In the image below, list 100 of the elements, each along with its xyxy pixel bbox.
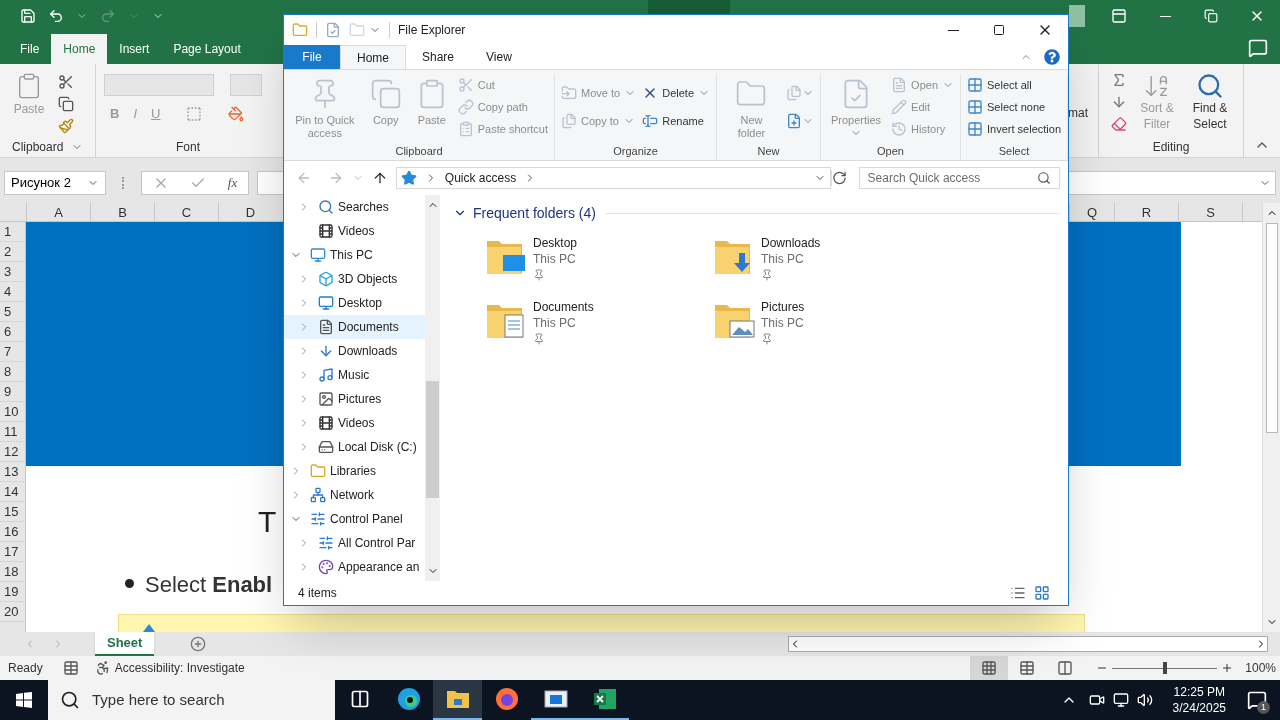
- nav-item[interactable]: This PC: [284, 243, 425, 267]
- row-header[interactable]: 20: [0, 602, 25, 622]
- save-icon[interactable]: [20, 8, 36, 24]
- row-header[interactable]: 13: [0, 462, 25, 482]
- search-field[interactable]: Search Quick access: [858, 167, 1060, 189]
- properties-icon[interactable]: [325, 22, 341, 38]
- task-view-icon[interactable]: [349, 689, 370, 709]
- ribbon-tab[interactable]: Home: [340, 45, 406, 69]
- folder-tile[interactable]: Documents This PC: [485, 299, 713, 349]
- column-header[interactable]: D: [218, 203, 282, 221]
- large-icons-view-icon[interactable]: [1034, 585, 1050, 601]
- row-header[interactable]: 11: [0, 422, 25, 442]
- nav-item[interactable]: Videos: [284, 411, 425, 435]
- notifications-icon[interactable]: [1247, 690, 1267, 710]
- ribbon-tab[interactable]: Home: [51, 34, 108, 64]
- window-app-icon[interactable]: [543, 687, 568, 711]
- row-header[interactable]: 1: [0, 222, 25, 242]
- nav-item[interactable]: 3D Objects: [284, 267, 425, 291]
- nav-item[interactable]: Desktop: [284, 291, 425, 315]
- nav-item[interactable]: Searches: [284, 195, 425, 219]
- accessibility-icon[interactable]: [94, 660, 111, 676]
- nav-item[interactable]: Pictures: [284, 387, 425, 411]
- network-icon[interactable]: [1112, 692, 1129, 708]
- nav-item[interactable]: Local Disk (C:): [284, 435, 425, 459]
- row-header[interactable]: 5: [0, 302, 25, 322]
- sheet-tab[interactable]: Sheet: [95, 632, 155, 656]
- spreadsheet-app-icon[interactable]: [592, 687, 617, 711]
- ribbon-tab[interactable]: View: [470, 45, 528, 69]
- fill-icon[interactable]: [1111, 94, 1127, 110]
- command-button[interactable]: Invert selection: [967, 118, 1061, 140]
- zoom-level[interactable]: 100%: [1245, 659, 1276, 677]
- browser-icon[interactable]: [396, 687, 421, 711]
- nav-item[interactable]: Network: [284, 483, 425, 507]
- row-header[interactable]: 4: [0, 282, 25, 302]
- accessibility-status[interactable]: Accessibility: Investigate: [114, 659, 245, 677]
- fill-color-icon[interactable]: [228, 105, 245, 122]
- format-painter-icon[interactable]: [58, 118, 74, 134]
- nav-item[interactable]: Documents: [284, 315, 425, 339]
- row-header[interactable]: 2: [0, 242, 25, 262]
- row-header[interactable]: 7: [0, 342, 25, 362]
- clock[interactable]: 12:25 PM 3/24/2025: [1164, 684, 1234, 716]
- browser-icon[interactable]: [494, 687, 519, 711]
- folder-tile[interactable]: Downloads This PC: [713, 235, 941, 285]
- nav-item[interactable]: Music: [284, 363, 425, 387]
- row-header[interactable]: 16: [0, 522, 25, 542]
- column-header[interactable]: B: [90, 203, 154, 221]
- nav-item[interactable]: Appearance an: [284, 555, 425, 579]
- font-size-field[interactable]: [230, 74, 262, 96]
- undo-icon[interactable]: [48, 8, 64, 24]
- refresh-icon[interactable]: [830, 170, 847, 186]
- clear-icon[interactable]: [1111, 116, 1127, 132]
- folder-tile[interactable]: Pictures This PC: [713, 299, 941, 349]
- scrollbar-thumb[interactable]: [1265, 223, 1278, 433]
- row-header[interactable]: 14: [0, 482, 25, 502]
- command-button[interactable]: Select none: [967, 96, 1061, 118]
- ribbon-tab[interactable]: File: [284, 45, 340, 69]
- command-button[interactable]: Delete: [642, 82, 710, 104]
- camera-icon[interactable]: [1088, 692, 1105, 708]
- view-button[interactable]: [970, 656, 1009, 680]
- name-box[interactable]: Рисунок 2: [4, 170, 106, 195]
- zoom-slider-thumb[interactable]: [1162, 661, 1167, 674]
- nav-item[interactable]: Control Panel: [284, 507, 425, 531]
- column-header[interactable]: S: [1178, 203, 1242, 221]
- column-header[interactable]: C: [154, 203, 218, 221]
- row-header[interactable]: 12: [0, 442, 25, 462]
- row-header[interactable]: 3: [0, 262, 25, 282]
- row-header[interactable]: 10: [0, 402, 25, 422]
- taskbar-search-field[interactable]: Type here to search: [48, 680, 335, 720]
- ribbon-tab[interactable]: Page Layout: [161, 34, 253, 64]
- help-icon[interactable]: [1044, 49, 1060, 65]
- nav-item[interactable]: All Control Par: [284, 531, 425, 555]
- taskbar-button[interactable]: [433, 680, 482, 720]
- autosum-icon[interactable]: [1111, 72, 1127, 88]
- row-header[interactable]: 6: [0, 322, 25, 342]
- font-name-field[interactable]: [104, 74, 214, 96]
- details-view-icon[interactable]: [1010, 585, 1026, 601]
- find-select-button[interactable]: Find & Select: [1187, 72, 1233, 132]
- ribbon-tab[interactable]: File: [8, 34, 52, 64]
- column-header[interactable]: R: [1114, 203, 1178, 221]
- breadcrumb-item[interactable]: Quick access: [444, 169, 517, 187]
- nav-item[interactable]: Downloads: [284, 339, 425, 363]
- folder-tile[interactable]: Desktop This PC: [485, 235, 713, 285]
- command-button[interactable]: Select all: [967, 74, 1061, 96]
- scrollbar-thumb[interactable]: [426, 381, 439, 498]
- zoom-in-icon[interactable]: [1221, 662, 1234, 674]
- macro-icon[interactable]: [62, 660, 79, 676]
- row-header[interactable]: 18: [0, 562, 25, 582]
- row-header[interactable]: 9: [0, 382, 25, 402]
- borders-icon[interactable]: [186, 105, 203, 122]
- volume-icon[interactable]: [1136, 692, 1153, 708]
- ribbon-tab[interactable]: Insert: [107, 34, 162, 64]
- copy-icon[interactable]: [58, 96, 74, 112]
- row-header[interactable]: 19: [0, 582, 25, 602]
- column-header[interactable]: A: [26, 203, 90, 221]
- address-bar[interactable]: Quick access: [395, 167, 831, 189]
- comment-icon[interactable]: [1248, 38, 1268, 58]
- row-header[interactable]: 8: [0, 362, 25, 382]
- ribbon-tab[interactable]: Share: [406, 45, 471, 69]
- nav-item[interactable]: Libraries: [284, 459, 425, 483]
- add-sheet-icon[interactable]: [190, 636, 207, 652]
